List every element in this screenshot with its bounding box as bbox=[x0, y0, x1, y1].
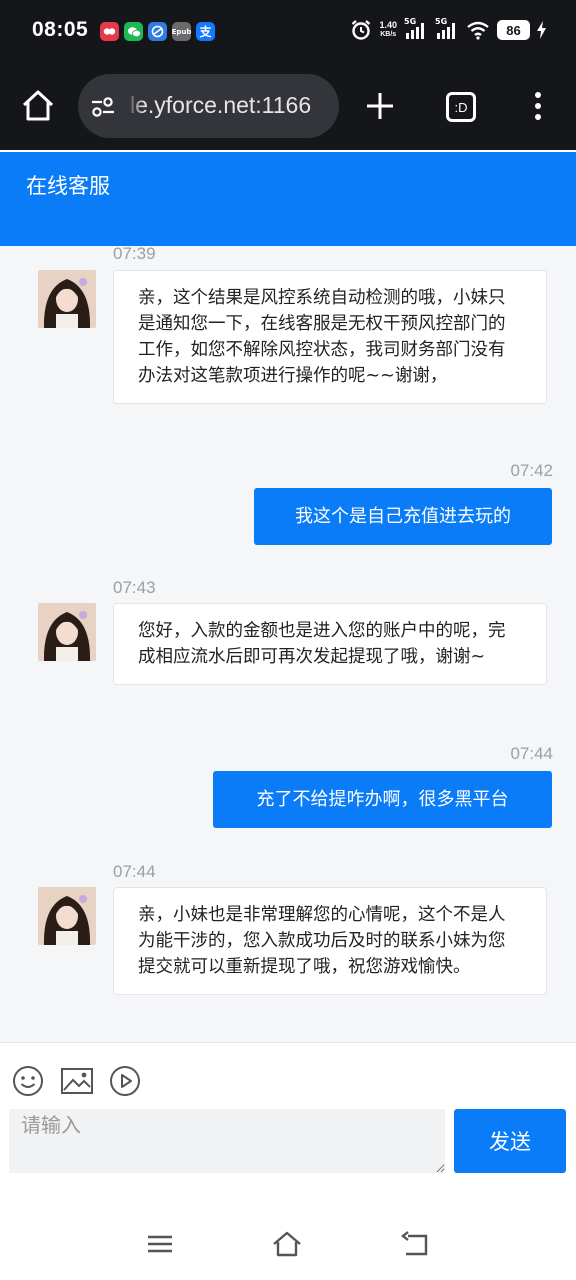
agent-avatar bbox=[38, 887, 96, 945]
status-indicators: 1.40 KB/s 5G 5G 86 bbox=[350, 17, 546, 41]
message-timestamp: 07:44 bbox=[510, 744, 553, 763]
browser-toolbar: le.yforce.net:1166 :D bbox=[0, 62, 576, 150]
epub-app-icon: Epub bbox=[172, 22, 191, 41]
status-time: 08:05 bbox=[32, 18, 89, 41]
browser-app-icon bbox=[148, 22, 167, 41]
alarm-icon bbox=[352, 20, 371, 40]
system-home-icon[interactable] bbox=[271, 1230, 303, 1258]
message-timestamp: 07:39 bbox=[113, 246, 156, 263]
battery-level: 86 bbox=[497, 20, 530, 40]
signal-2-icon: 5G bbox=[435, 17, 459, 41]
video-icon[interactable] bbox=[109, 1065, 141, 1097]
agent-message-bubble: 亲，小妹也是非常理解您的心情呢，这个不是人为能干涉的，您入款成功后及时的联系小妹… bbox=[113, 887, 547, 995]
message-composer: 发送 bbox=[0, 1042, 576, 1192]
agent-avatar bbox=[38, 270, 96, 328]
url-bar[interactable]: le.yforce.net:1166 bbox=[78, 74, 339, 138]
agent-message-bubble: 您好，入款的金额也是进入您的账户中的呢，完成相应流水后即可再次发起提现了哦，谢谢… bbox=[113, 603, 547, 685]
chat-messages[interactable]: 07:39 亲，这个结果是风控系统自动检测的哦，小妹只是通知您一下，在线客服是无… bbox=[0, 246, 576, 1042]
more-menu-icon[interactable] bbox=[532, 90, 544, 122]
agent-message-bubble: 亲，这个结果是风控系统自动检测的哦，小妹只是通知您一下，在线客服是无权干预风控部… bbox=[113, 270, 547, 404]
system-navigation-bar bbox=[0, 1192, 576, 1280]
url-text[interactable]: le.yforce.net:1166 bbox=[130, 92, 311, 119]
message-input[interactable] bbox=[9, 1109, 445, 1173]
send-button[interactable]: 发送 bbox=[454, 1109, 566, 1173]
user-message-bubble: 我这个是自己充值进去玩的 bbox=[254, 488, 552, 545]
home-icon[interactable] bbox=[20, 88, 56, 124]
network-speed: 1.40 KB/s bbox=[379, 20, 397, 39]
status-bar: 08:05 Epub 支 1.40 KB/s 5G 5G 86 bbox=[0, 0, 576, 62]
site-settings-icon[interactable] bbox=[90, 95, 116, 119]
agent-avatar bbox=[38, 603, 96, 661]
alipay-icon: 支 bbox=[196, 22, 215, 41]
notification-app-red-icon bbox=[100, 22, 119, 41]
image-icon[interactable] bbox=[60, 1065, 94, 1097]
message-timestamp: 07:44 bbox=[113, 862, 156, 881]
new-tab-icon[interactable] bbox=[364, 90, 396, 122]
user-message-bubble: 充了不给提咋办啊，很多黑平台 bbox=[213, 771, 552, 828]
signal-1-icon: 5G bbox=[404, 17, 428, 41]
charging-icon bbox=[537, 21, 546, 39]
tab-switcher-button[interactable]: :D bbox=[446, 92, 476, 122]
message-timestamp: 07:42 bbox=[510, 461, 553, 480]
chat-header: 在线客服 bbox=[0, 152, 576, 246]
recent-apps-icon[interactable] bbox=[145, 1230, 175, 1258]
wifi-icon bbox=[467, 21, 489, 40]
message-timestamp: 07:43 bbox=[113, 578, 156, 597]
emoji-icon[interactable] bbox=[12, 1065, 44, 1097]
wechat-icon bbox=[124, 22, 143, 41]
page-title: 在线客服 bbox=[26, 174, 110, 198]
status-app-icons: Epub 支 bbox=[100, 22, 215, 41]
back-icon[interactable] bbox=[400, 1230, 432, 1258]
